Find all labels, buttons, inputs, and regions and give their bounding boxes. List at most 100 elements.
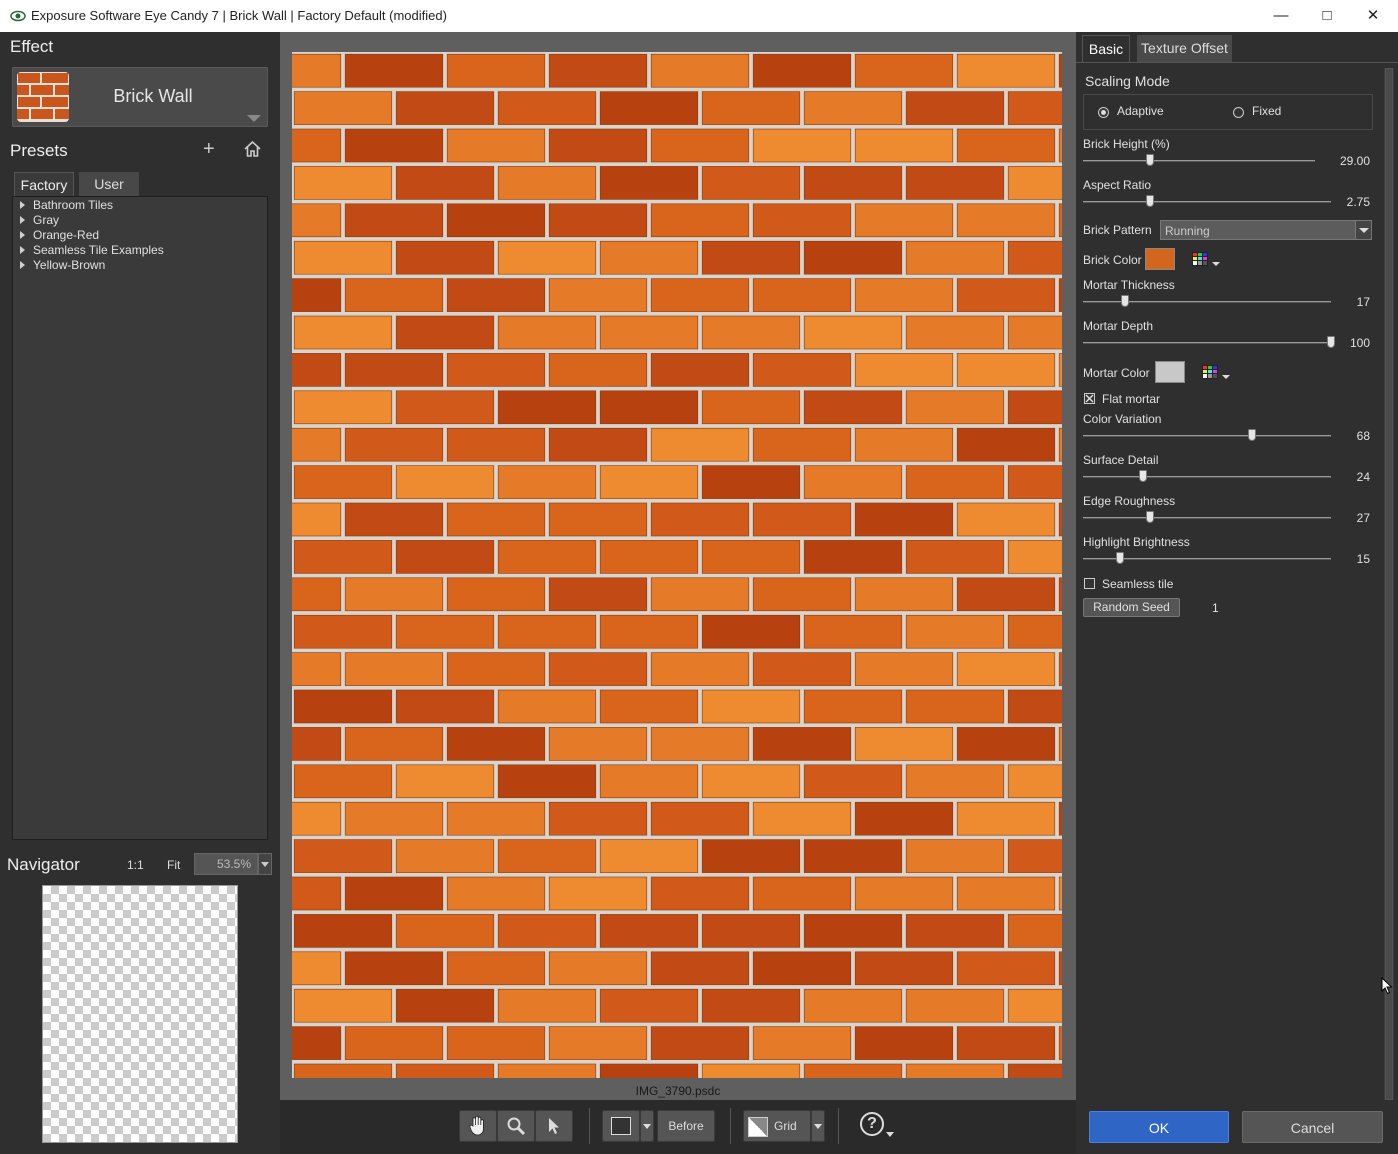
maximize-icon[interactable]: □: [1304, 0, 1350, 32]
slider-thumb[interactable]: [1247, 429, 1256, 441]
tab-texture-offset[interactable]: Texture Offset: [1137, 35, 1232, 62]
cancel-button[interactable]: Cancel: [1242, 1111, 1383, 1143]
brick: [701, 1063, 801, 1078]
dropdown-button[interactable]: [1355, 221, 1371, 239]
navigator-thumbnail[interactable]: [42, 885, 238, 1143]
slider-thumb[interactable]: [1116, 552, 1125, 564]
brick-pattern-select[interactable]: Running: [1160, 220, 1372, 240]
brick: [292, 951, 342, 986]
color-variation-slider[interactable]: [1083, 429, 1331, 441]
random-seed-button[interactable]: Random Seed: [1083, 598, 1180, 617]
highlight-brightness-slider[interactable]: [1083, 552, 1331, 564]
ok-button[interactable]: OK: [1089, 1111, 1229, 1143]
background-color-button[interactable]: [602, 1110, 640, 1142]
mortar-thickness-value[interactable]: 17: [1357, 295, 1370, 309]
brick: [905, 91, 1005, 125]
brick: [292, 577, 342, 612]
highlight-brightness-value[interactable]: 15: [1357, 552, 1370, 566]
settings-scrollbar[interactable]: [1384, 68, 1394, 1100]
brick: [446, 128, 546, 163]
hand-tool-button[interactable]: [459, 1110, 497, 1142]
brick-wall-preview[interactable]: [292, 52, 1062, 1078]
slider-thumb[interactable]: [1146, 154, 1155, 166]
home-icon[interactable]: [244, 141, 261, 157]
chevron-down-icon[interactable]: [247, 115, 261, 122]
background-dropdown[interactable]: [640, 1110, 654, 1142]
slider-thumb[interactable]: [1138, 470, 1147, 482]
brick-wall-thumbnail-icon: [17, 72, 69, 122]
brick-color-swatch[interactable]: [1145, 248, 1175, 270]
zoom-fit-button[interactable]: Fit: [167, 858, 180, 872]
seamless-tile-checkbox[interactable]: [1084, 578, 1095, 589]
tree-item-yellow-brown[interactable]: Yellow-Brown: [13, 258, 267, 273]
brick: [854, 502, 954, 537]
brick: [854, 876, 954, 911]
mortar-depth-slider[interactable]: [1083, 336, 1335, 348]
tab-user[interactable]: User: [79, 172, 139, 196]
close-icon[interactable]: ✕: [1350, 0, 1396, 32]
expand-arrow-icon[interactable]: [20, 246, 25, 254]
minimize-icon[interactable]: —: [1258, 0, 1304, 32]
before-button[interactable]: Before: [657, 1110, 715, 1142]
mortar-color-palette-button[interactable]: [1202, 365, 1230, 382]
edge-roughness-value[interactable]: 27: [1357, 511, 1370, 525]
mortar-thickness-slider[interactable]: [1083, 295, 1331, 307]
brick: [803, 764, 903, 799]
tree-item-orange-red[interactable]: Orange-Red: [13, 228, 267, 243]
brick-height-slider[interactable]: [1083, 154, 1315, 166]
expand-arrow-icon[interactable]: [20, 201, 25, 209]
radio-fixed[interactable]: [1233, 107, 1244, 118]
radio-adaptive[interactable]: [1098, 107, 1109, 118]
radio-adaptive-label[interactable]: Adaptive: [1117, 104, 1164, 118]
tree-item-seamless-tile-examples[interactable]: Seamless Tile Examples: [13, 243, 267, 258]
random-seed-value[interactable]: 1: [1212, 601, 1219, 615]
brick: [292, 427, 342, 462]
zoom-field[interactable]: 53.5%: [194, 853, 258, 875]
grid-dropdown[interactable]: [811, 1110, 825, 1142]
brick: [497, 614, 597, 649]
expand-arrow-icon[interactable]: [20, 261, 25, 269]
tab-basic[interactable]: Basic: [1082, 35, 1130, 62]
flat-mortar-label[interactable]: Flat mortar: [1102, 392, 1160, 406]
aspect-ratio-value[interactable]: 2.75: [1347, 195, 1370, 209]
expand-arrow-icon[interactable]: [20, 216, 25, 224]
add-preset-icon[interactable]: +: [203, 138, 215, 161]
expand-arrow-icon[interactable]: [20, 231, 25, 239]
aspect-ratio-slider[interactable]: [1083, 195, 1331, 207]
brick: [905, 465, 1005, 499]
chevron-down-icon: [261, 862, 269, 867]
grid-button[interactable]: Grid: [743, 1110, 811, 1142]
mortar-depth-value[interactable]: 100: [1350, 336, 1370, 350]
brick: [548, 203, 648, 238]
surface-detail-value[interactable]: 24: [1357, 470, 1370, 484]
slider-thumb[interactable]: [1327, 336, 1335, 348]
tree-item-bathroom-tiles[interactable]: Bathroom Tiles: [13, 198, 267, 213]
select-tool-button[interactable]: [535, 1110, 573, 1142]
tab-factory[interactable]: Factory: [14, 172, 74, 196]
brick: [1058, 353, 1062, 387]
color-variation-value[interactable]: 68: [1357, 429, 1370, 443]
tree-item-gray[interactable]: Gray: [13, 213, 267, 228]
mortar-color-swatch[interactable]: [1155, 361, 1185, 383]
brick-height-value[interactable]: 29.00: [1340, 154, 1370, 168]
zoom-1-1-button[interactable]: 1:1: [127, 858, 144, 872]
brick-color-palette-button[interactable]: [1192, 252, 1220, 269]
brick: [395, 91, 495, 125]
slider-thumb[interactable]: [1121, 295, 1130, 307]
help-button[interactable]: ?: [860, 1112, 894, 1142]
radio-fixed-label[interactable]: Fixed: [1252, 104, 1281, 118]
surface-detail-slider[interactable]: [1083, 470, 1331, 482]
effect-selector[interactable]: Brick Wall: [12, 67, 268, 127]
brick: [497, 689, 597, 724]
zoom-tool-button[interactable]: [497, 1110, 535, 1142]
flat-mortar-checkbox[interactable]: [1084, 393, 1095, 404]
seamless-tile-label[interactable]: Seamless tile: [1102, 577, 1173, 591]
zoom-dropdown[interactable]: [258, 853, 272, 875]
slider-thumb[interactable]: [1145, 195, 1154, 207]
brick: [599, 166, 699, 200]
slider-thumb[interactable]: [1145, 511, 1154, 523]
scrollbar-thumb[interactable]: [1385, 68, 1393, 1100]
edge-roughness-slider[interactable]: [1083, 511, 1331, 523]
brick: [956, 502, 1056, 537]
brick: [701, 240, 801, 275]
